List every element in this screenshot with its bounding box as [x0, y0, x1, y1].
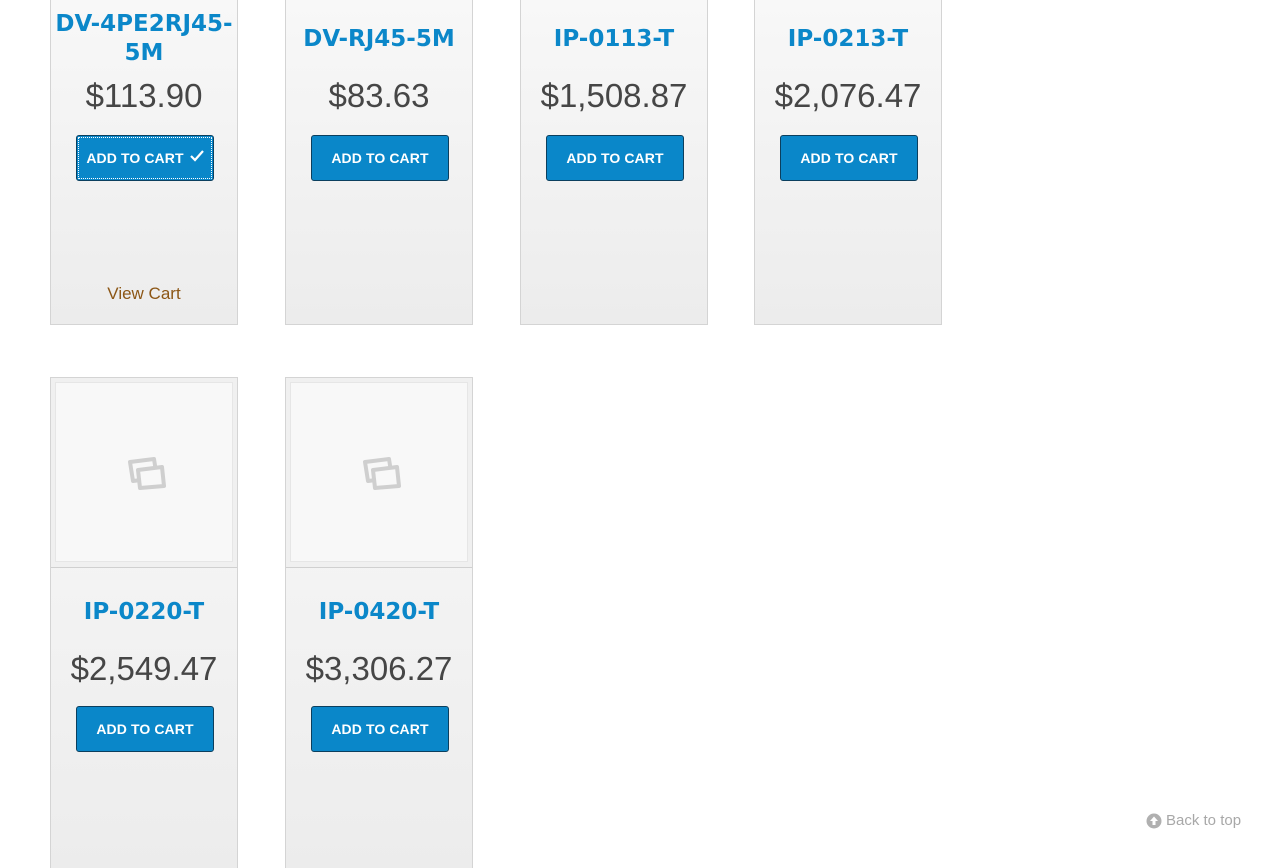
placeholder-image-icon [363, 457, 401, 490]
product-title-link[interactable]: DV-RJ45-5M [286, 25, 472, 54]
product-card: IP-0420-T $3,306.27 ADD TO CART [285, 377, 473, 868]
product-price: $83.63 [328, 77, 430, 114]
product-card: IP-0113-T $1,508.87 ADD TO CART [520, 0, 708, 325]
arrow-up-circle-icon [1146, 813, 1162, 828]
add-to-cart-button[interactable]: ADD TO CART [311, 706, 449, 752]
view-cart-link[interactable]: View Cart [51, 284, 237, 304]
product-card: DV-RJ45-5M $83.63 ADD TO CART [285, 0, 473, 325]
product-title-line2: 5M [124, 40, 164, 66]
add-to-cart-button[interactable]: ADD TO CART [546, 135, 684, 181]
product-title-link[interactable]: IP-0113-T [521, 25, 707, 54]
product-image [290, 382, 468, 562]
product-price: $2,549.47 [70, 650, 218, 687]
back-to-top-link[interactable]: Back to top [1146, 812, 1241, 829]
product-price: $3,306.27 [305, 650, 453, 687]
add-to-cart-button[interactable]: ADD TO CART [311, 135, 449, 181]
checkmark-icon [189, 135, 204, 179]
product-image-link[interactable] [286, 378, 472, 568]
product-title-link[interactable]: IP-0213-T [755, 25, 941, 54]
product-image [55, 382, 233, 562]
add-to-cart-label: ADD TO CART [86, 150, 184, 166]
product-price: $2,076.47 [774, 77, 922, 114]
product-card: IP-0220-T $2,549.47 ADD TO CART [50, 377, 238, 868]
product-price: $113.90 [85, 77, 203, 114]
product-title-link[interactable]: DV-4PE2RJ45- 5M [51, 10, 237, 68]
back-to-top-label: Back to top [1166, 812, 1242, 829]
product-title-link[interactable]: IP-0420-T [286, 598, 472, 627]
product-card: DV-4PE2RJ45- 5M $113.90 ADD TO CART View… [50, 0, 238, 325]
product-grid-page: DV-4PE2RJ45- 5M $113.90 ADD TO CART View… [0, 0, 1283, 868]
product-title-link[interactable]: IP-0220-T [51, 598, 237, 627]
product-price: $1,508.87 [540, 77, 688, 114]
add-to-cart-button[interactable]: ADD TO CART [780, 135, 918, 181]
product-image-link[interactable] [51, 378, 237, 568]
product-card: IP-0213-T $2,076.47 ADD TO CART [754, 0, 942, 325]
product-title-line1: DV-4PE2RJ45- [55, 11, 233, 37]
add-to-cart-button[interactable]: ADD TO CART [76, 706, 214, 752]
placeholder-image-icon [128, 457, 166, 490]
add-to-cart-button[interactable]: ADD TO CART [76, 135, 214, 181]
